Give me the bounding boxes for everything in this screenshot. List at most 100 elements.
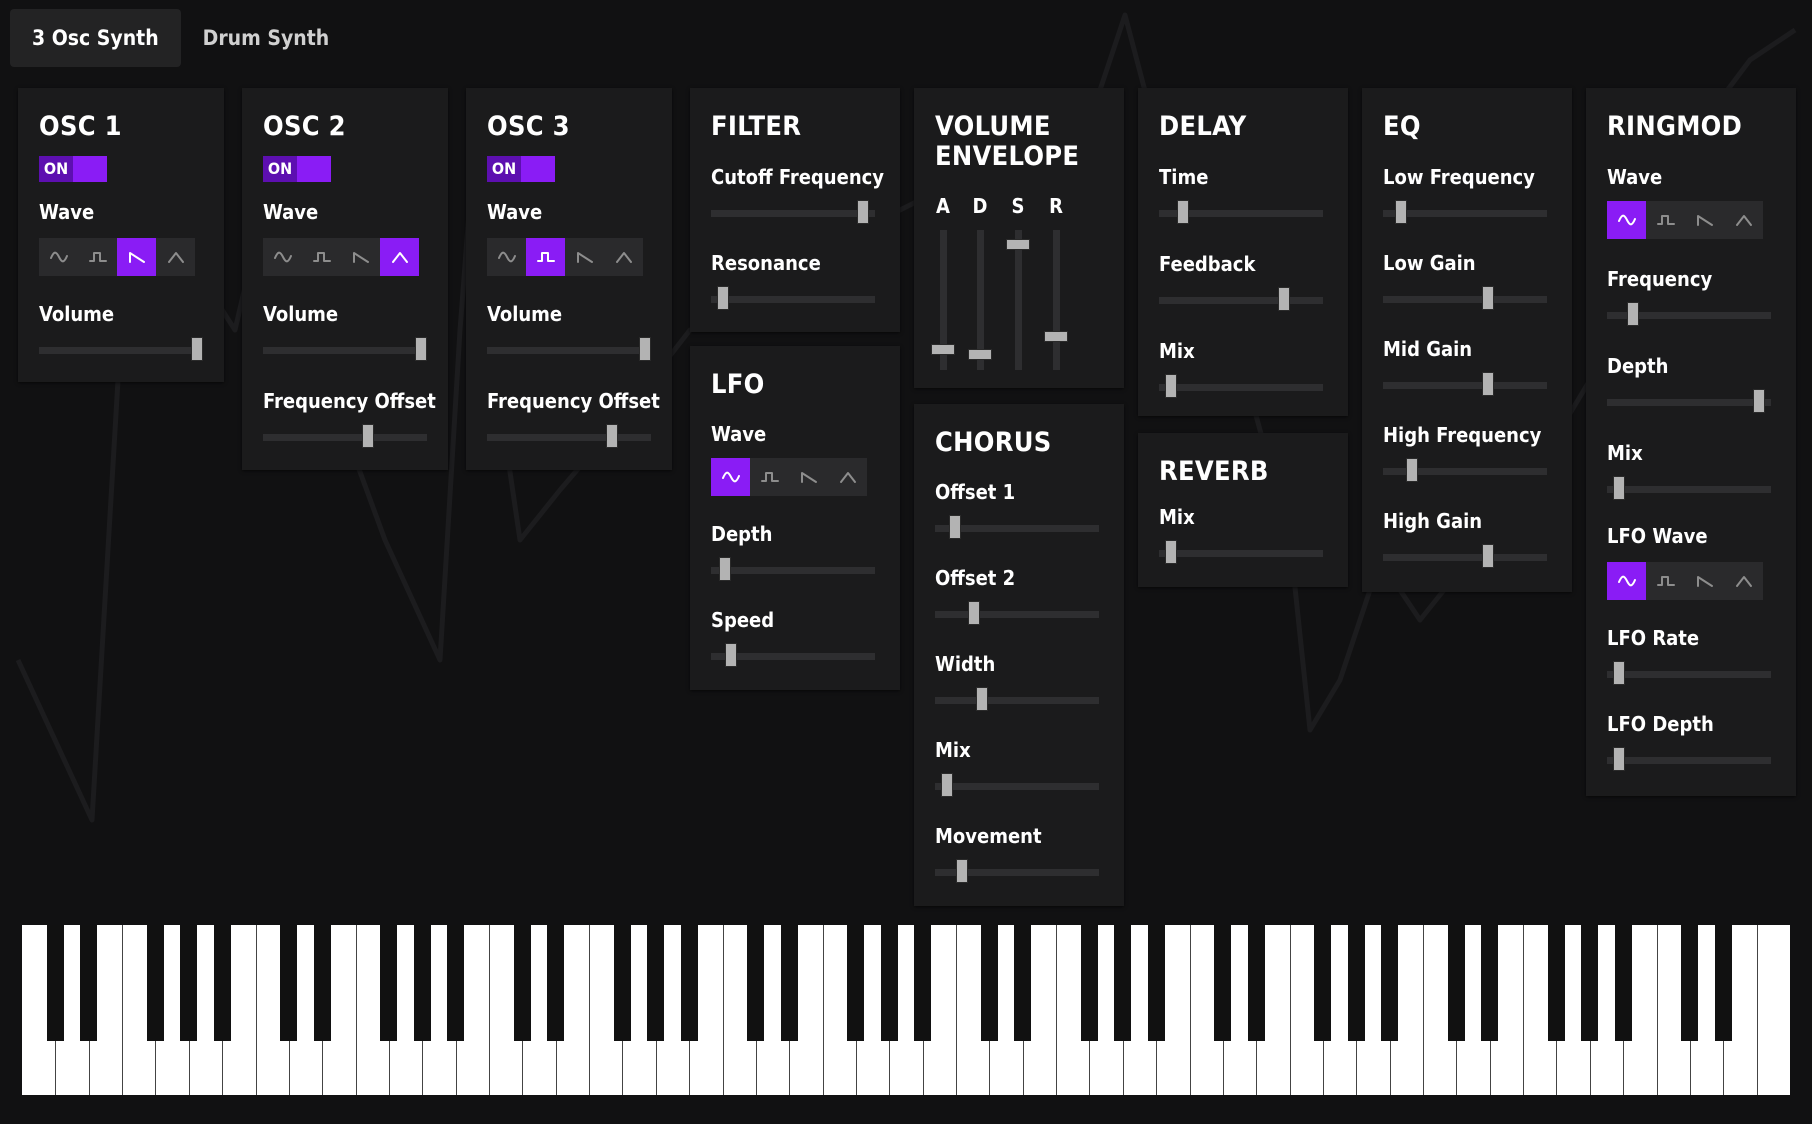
slider-thumb[interactable] bbox=[856, 200, 869, 224]
wave-button-1[interactable] bbox=[750, 458, 789, 496]
black-key[interactable] bbox=[980, 925, 998, 1041]
slider-thumb[interactable] bbox=[717, 286, 730, 310]
black-key[interactable] bbox=[1347, 925, 1365, 1041]
mix-slider[interactable] bbox=[1159, 540, 1323, 566]
slider-thumb[interactable] bbox=[1752, 389, 1765, 413]
black-key[interactable] bbox=[413, 925, 431, 1041]
low-frequency-slider[interactable] bbox=[1383, 200, 1547, 226]
mix-slider[interactable] bbox=[935, 773, 1099, 799]
black-key[interactable] bbox=[613, 925, 631, 1041]
slider-thumb[interactable] bbox=[1613, 747, 1626, 771]
adsr-slider-s[interactable] bbox=[1006, 230, 1030, 370]
black-key[interactable] bbox=[280, 925, 298, 1041]
slider-thumb[interactable] bbox=[1613, 476, 1626, 500]
black-key[interactable] bbox=[880, 925, 898, 1041]
depth-slider[interactable] bbox=[1607, 389, 1771, 415]
piano-keyboard[interactable] bbox=[22, 925, 1790, 1095]
wave-button-1[interactable] bbox=[526, 238, 565, 276]
slider-thumb[interactable] bbox=[1405, 458, 1418, 482]
wave-button-2[interactable] bbox=[341, 238, 380, 276]
slider-thumb[interactable] bbox=[191, 337, 203, 361]
movement-slider[interactable] bbox=[935, 859, 1099, 885]
high-gain-slider[interactable] bbox=[1383, 544, 1547, 570]
black-key[interactable] bbox=[1147, 925, 1165, 1041]
depth-slider[interactable] bbox=[711, 557, 875, 583]
wave-button-3[interactable] bbox=[156, 238, 195, 276]
slider-thumb[interactable] bbox=[956, 859, 969, 883]
slider-thumb[interactable] bbox=[941, 773, 954, 797]
black-key[interactable] bbox=[1080, 925, 1098, 1041]
slider-thumb[interactable] bbox=[1481, 286, 1494, 310]
wave-button-3[interactable] bbox=[1724, 562, 1763, 600]
black-key[interactable] bbox=[1314, 925, 1332, 1041]
time-slider[interactable] bbox=[1159, 200, 1323, 226]
black-key[interactable] bbox=[1714, 925, 1732, 1041]
black-key[interactable] bbox=[1114, 925, 1132, 1041]
black-key[interactable] bbox=[447, 925, 465, 1041]
wave-button-0[interactable] bbox=[1607, 562, 1646, 600]
slider-thumb[interactable] bbox=[1481, 372, 1494, 396]
lfo-depth-slider[interactable] bbox=[1607, 747, 1771, 773]
black-key[interactable] bbox=[46, 925, 64, 1041]
wave-button-0[interactable] bbox=[263, 238, 302, 276]
black-key[interactable] bbox=[1247, 925, 1265, 1041]
wave-button-3[interactable] bbox=[1724, 201, 1763, 239]
slider-thumb[interactable] bbox=[718, 557, 731, 581]
offset-2-slider[interactable] bbox=[935, 601, 1099, 627]
slider-thumb[interactable] bbox=[976, 687, 989, 711]
wave-button-2[interactable] bbox=[1685, 562, 1724, 600]
slider-thumb[interactable] bbox=[1165, 374, 1178, 398]
low-gain-slider[interactable] bbox=[1383, 286, 1547, 312]
on-off-toggle[interactable]: ON bbox=[263, 156, 331, 182]
volume-slider[interactable] bbox=[39, 337, 203, 363]
lfo-rate-slider[interactable] bbox=[1607, 661, 1771, 687]
speed-slider[interactable] bbox=[711, 643, 875, 669]
wave-button-3[interactable] bbox=[828, 458, 867, 496]
slider-thumb[interactable] bbox=[1395, 200, 1408, 224]
black-key[interactable] bbox=[914, 925, 932, 1041]
slider-thumb[interactable] bbox=[415, 337, 427, 361]
black-key[interactable] bbox=[1214, 925, 1232, 1041]
offset-1-slider[interactable] bbox=[935, 515, 1099, 541]
wave-button-0[interactable] bbox=[1607, 201, 1646, 239]
black-key[interactable] bbox=[847, 925, 865, 1041]
wave-button-2[interactable] bbox=[789, 458, 828, 496]
black-key[interactable] bbox=[213, 925, 231, 1041]
width-slider[interactable] bbox=[935, 687, 1099, 713]
cutoff-frequency-slider[interactable] bbox=[711, 200, 875, 226]
wave-button-1[interactable] bbox=[302, 238, 341, 276]
slider-thumb[interactable] bbox=[968, 601, 981, 625]
wave-button-3[interactable] bbox=[604, 238, 643, 276]
wave-button-2[interactable] bbox=[1685, 201, 1724, 239]
black-key[interactable] bbox=[146, 925, 164, 1041]
wave-button-1[interactable] bbox=[78, 238, 117, 276]
mix-slider[interactable] bbox=[1607, 476, 1771, 502]
wave-button-0[interactable] bbox=[487, 238, 526, 276]
frequency-offset-slider[interactable] bbox=[263, 424, 427, 450]
black-key[interactable] bbox=[680, 925, 698, 1041]
black-key[interactable] bbox=[747, 925, 765, 1041]
wave-button-1[interactable] bbox=[1646, 562, 1685, 600]
slider-thumb[interactable] bbox=[605, 424, 618, 448]
adsr-slider-a[interactable] bbox=[931, 230, 955, 370]
black-key[interactable] bbox=[1681, 925, 1699, 1041]
on-off-toggle[interactable]: ON bbox=[487, 156, 555, 182]
black-key[interactable] bbox=[1381, 925, 1399, 1041]
slider-thumb[interactable] bbox=[639, 337, 651, 361]
slider-thumb[interactable] bbox=[724, 643, 737, 667]
black-key[interactable] bbox=[780, 925, 798, 1041]
slider-thumb[interactable] bbox=[948, 515, 961, 539]
black-key[interactable] bbox=[1581, 925, 1599, 1041]
black-key[interactable] bbox=[313, 925, 331, 1041]
resonance-slider[interactable] bbox=[711, 286, 875, 312]
adsr-slider-d[interactable] bbox=[968, 230, 992, 370]
volume-slider[interactable] bbox=[263, 337, 427, 363]
frequency-offset-slider[interactable] bbox=[487, 424, 651, 450]
black-key[interactable] bbox=[380, 925, 398, 1041]
slider-thumb[interactable] bbox=[1165, 540, 1178, 564]
tab-drum-synth[interactable]: Drum Synth bbox=[181, 9, 352, 67]
slider-thumb[interactable] bbox=[1613, 661, 1626, 685]
black-key[interactable] bbox=[1547, 925, 1565, 1041]
slider-thumb[interactable] bbox=[1044, 331, 1068, 343]
black-key[interactable] bbox=[1481, 925, 1499, 1041]
